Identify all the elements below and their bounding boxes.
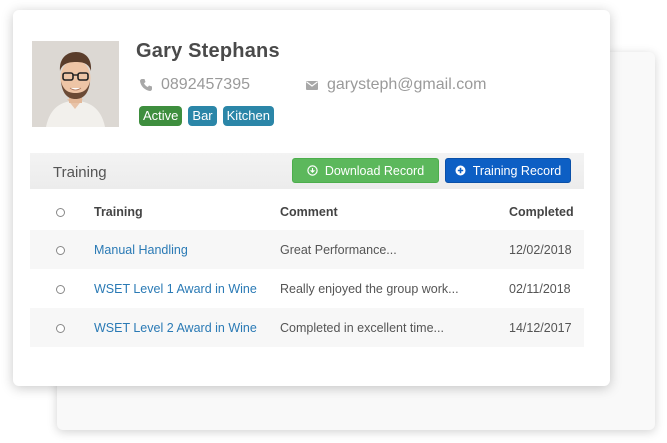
employee-name: Gary Stephans [136, 40, 280, 62]
tag-active: Active [139, 106, 183, 126]
select-all-cell [30, 194, 94, 230]
training-record-label: Training Record [472, 163, 562, 178]
header-completed[interactable]: Completed [509, 194, 584, 230]
avatar [32, 41, 119, 127]
table-row[interactable]: WSET Level 1 Award in Wine Really enjoye… [30, 269, 584, 308]
header-comment[interactable]: Comment [280, 194, 509, 230]
training-link[interactable]: WSET Level 2 Award in Wine [94, 321, 257, 335]
row-select-radio[interactable] [56, 245, 65, 255]
row-select-radio[interactable] [56, 284, 65, 294]
download-record-label: Download Record [324, 163, 425, 178]
section-title: Training [53, 164, 107, 181]
comment-cell: Really enjoyed the group work... [280, 281, 459, 296]
comment-cell: Completed in excellent time... [280, 308, 509, 347]
completed-date: 14/12/2017 [509, 308, 584, 347]
download-icon [307, 165, 318, 176]
training-link[interactable]: Manual Handling [94, 243, 188, 257]
header-training[interactable]: Training [94, 194, 280, 230]
table-row[interactable]: Manual Handling Great Performance... 12/… [30, 230, 584, 269]
status-tags: Active Bar Kitchen [139, 106, 275, 126]
completed-date: 12/02/2018 [509, 230, 584, 269]
email-contact: garysteph@gmail.com [305, 76, 486, 94]
training-link[interactable]: WSET Level 1 Award in Wine [94, 282, 257, 296]
phone-icon [140, 79, 152, 91]
training-record-button[interactable]: Training Record [445, 158, 571, 183]
comment-cell: Great Performance... [280, 230, 509, 269]
plus-circle-icon [455, 165, 466, 176]
envelope-icon [306, 81, 318, 90]
table-row[interactable]: WSET Level 2 Award in Wine Completed in … [30, 308, 584, 347]
training-section-header: Training Download Record Training Record [30, 153, 584, 189]
tag-bar: Bar [188, 106, 217, 126]
completed-date: 02/11/2018 [509, 281, 571, 296]
email-address: garysteph@gmail.com [327, 76, 487, 93]
profile-card: Gary Stephans 0892457395 garysteph@gmail… [13, 10, 610, 386]
phone-contact: 0892457395 [139, 76, 250, 94]
tag-kitchen: Kitchen [222, 106, 275, 126]
training-table: Training Comment Completed Manual Handli… [30, 194, 584, 347]
select-all-radio[interactable] [56, 208, 65, 218]
download-record-button[interactable]: Download Record [292, 158, 439, 183]
table-header-row: Training Comment Completed [30, 194, 584, 230]
phone-number: 0892457395 [161, 76, 250, 93]
row-select-radio[interactable] [56, 323, 65, 333]
